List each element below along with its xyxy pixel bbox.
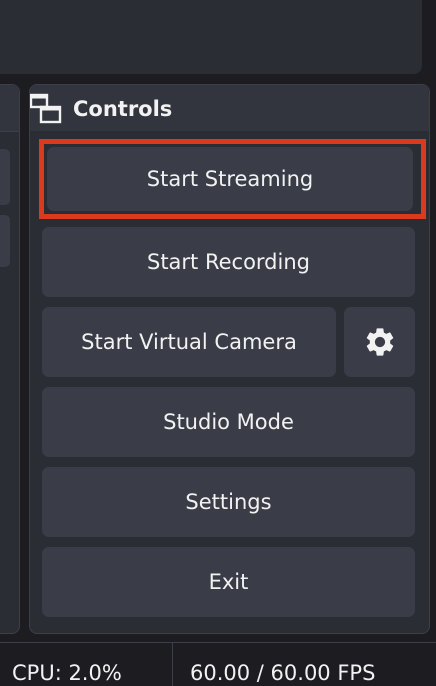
exit-button[interactable]: Exit [42,547,415,617]
left-dock-panel [0,84,20,634]
obs-window: Controls Start Streaming Start Recording… [0,0,436,686]
preview-panel [0,0,422,74]
status-divider [172,643,173,686]
dock-windows-icon [29,93,62,125]
status-bar: CPU: 2.0% 60.00 / 60.00 FPS [0,642,436,686]
dock-title-bar[interactable]: Controls [29,85,429,131]
left-dock-header [0,85,19,132]
cpu-usage: CPU: 2.0% [12,661,122,685]
gear-icon [363,325,397,359]
start-recording-button[interactable]: Start Recording [42,227,415,297]
start-streaming-button[interactable]: Start Streaming [47,147,413,211]
fps-readout: 60.00 / 60.00 FPS [190,661,376,685]
start-virtual-camera-button[interactable]: Start Virtual Camera [42,307,336,377]
left-dock-item[interactable] [0,215,10,267]
virtual-camera-settings-button[interactable] [344,307,415,377]
settings-button[interactable]: Settings [42,467,415,537]
left-dock-item[interactable] [0,149,10,205]
dock-title: Controls [73,97,173,121]
studio-mode-button[interactable]: Studio Mode [42,387,415,457]
